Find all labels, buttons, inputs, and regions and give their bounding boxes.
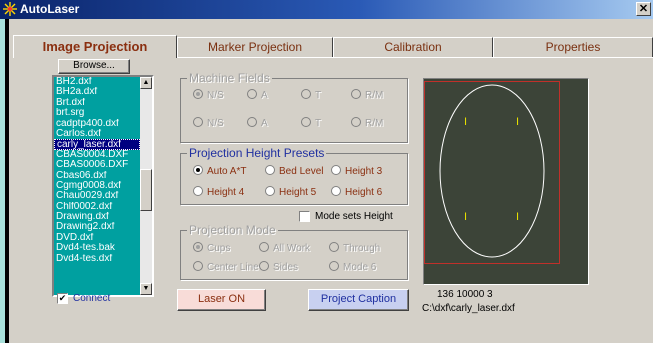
height-presets-title: Projection Height Presets bbox=[187, 146, 327, 160]
radio-mf2-a[interactable]: A bbox=[247, 117, 268, 129]
mode-sets-height-label: Mode sets Height bbox=[315, 211, 393, 222]
radio-height-5[interactable]: Height 5 bbox=[265, 186, 316, 198]
radio-mf-a[interactable]: A bbox=[247, 89, 268, 101]
radio-mode-6[interactable]: Mode 6 bbox=[329, 261, 376, 273]
file-list-item[interactable]: Cbas06.dxf bbox=[54, 171, 140, 181]
radio-height-6[interactable]: Height 6 bbox=[331, 186, 382, 198]
file-list[interactable]: BH2.dxf BH2a.dxf Brt.dxf brt.srg cadptp400.d… bbox=[52, 75, 154, 297]
window-title: AutoLaser bbox=[20, 2, 80, 16]
cup-outline bbox=[439, 84, 545, 258]
tab-image-projection[interactable]: Image Projection bbox=[13, 35, 177, 58]
app-window: AutoLaser ✕ Image Projection Marker Proj… bbox=[0, 0, 653, 343]
close-button[interactable]: ✕ bbox=[636, 2, 651, 16]
preview-drawing: I I I I bbox=[424, 81, 560, 264]
file-list-item[interactable]: CBAS0004.DXF bbox=[54, 150, 140, 160]
radio-mf-t[interactable]: T bbox=[301, 89, 321, 101]
laser-on-button[interactable]: Laser ON bbox=[177, 289, 266, 311]
radio-mf-ns[interactable]: N/S bbox=[193, 89, 224, 101]
file-list-item[interactable]: Dvd4-tes.dxf bbox=[54, 254, 140, 264]
machine-fields-group: Machine Fields N/S A T R/M N/S A T R/M bbox=[180, 71, 408, 143]
project-caption-button[interactable]: Project Caption bbox=[308, 289, 409, 311]
radio-all-work[interactable]: All Work bbox=[259, 242, 310, 254]
projection-preview: I I I I bbox=[423, 78, 589, 285]
file-list-item[interactable]: DVD.dxf bbox=[54, 233, 140, 243]
radio-mf-rm[interactable]: R/M bbox=[351, 89, 383, 101]
height-presets-group: Projection Height Presets Auto A*T Bed L… bbox=[180, 146, 408, 205]
radio-bed-level[interactable]: Bed Level bbox=[265, 165, 323, 177]
file-list-item[interactable]: Chlf0002.dxf bbox=[54, 202, 140, 212]
radio-height-4[interactable]: Height 4 bbox=[193, 186, 244, 198]
radio-sides[interactable]: Sides bbox=[259, 261, 298, 273]
file-list-item[interactable]: Brt.dxf bbox=[54, 98, 140, 108]
radio-auto-at[interactable]: Auto A*T bbox=[193, 165, 246, 177]
client-area: Image Projection Marker Projection Calib… bbox=[9, 19, 653, 343]
radio-center-line[interactable]: Center Line bbox=[193, 261, 259, 273]
file-list-item[interactable]: Drawing2.dxf bbox=[54, 222, 140, 232]
radio-height-3[interactable]: Height 3 bbox=[331, 165, 382, 177]
file-items: BH2.dxf BH2a.dxf Brt.dxf brt.srg cadptp400.d… bbox=[54, 77, 140, 264]
scroll-down-arrow-icon[interactable]: ▼ bbox=[140, 283, 152, 295]
file-list-item[interactable]: Carlos.dxf bbox=[54, 129, 140, 139]
tab-calibration[interactable]: Calibration bbox=[333, 37, 493, 57]
title-bar[interactable]: AutoLaser ✕ bbox=[0, 0, 653, 19]
machine-fields-title: Machine Fields bbox=[187, 71, 272, 85]
projection-mode-group: Projection Mode Cups All Work Through Ce… bbox=[180, 223, 408, 280]
file-list-item[interactable]: BH2a.dxf bbox=[54, 87, 140, 97]
scroll-up-arrow-icon[interactable]: ▲ bbox=[140, 77, 152, 89]
scroll-thumb[interactable] bbox=[140, 169, 152, 211]
browse-button[interactable]: Browse... bbox=[58, 59, 130, 74]
tab-marker-projection[interactable]: Marker Projection bbox=[177, 37, 333, 57]
connect-label: Connect bbox=[73, 293, 111, 304]
radio-mf2-t[interactable]: T bbox=[301, 117, 321, 129]
radio-cups[interactable]: Cups bbox=[193, 242, 230, 254]
file-list-item[interactable]: carly_laser.dxf bbox=[54, 139, 140, 150]
marker-icon: I bbox=[516, 116, 519, 128]
connect-checkbox[interactable]: ✔ bbox=[57, 293, 68, 304]
file-list-item[interactable]: Cgmg0008.dxf bbox=[54, 181, 140, 191]
file-list-item[interactable]: cadptp400.dxf bbox=[54, 119, 140, 129]
marker-icon: I bbox=[516, 211, 519, 223]
file-list-item[interactable]: BH2.dxf bbox=[54, 77, 140, 87]
laser-burst-icon bbox=[3, 2, 17, 16]
file-list-item[interactable]: Chau0029.dxf bbox=[54, 191, 140, 201]
coordinates-readout: 136 10000 3 bbox=[437, 289, 493, 300]
file-list-item[interactable]: Dvd4-tes.bak bbox=[54, 243, 140, 253]
radio-mf2-ns[interactable]: N/S bbox=[193, 117, 224, 129]
file-list-scrollbar[interactable]: ▲ ▼ bbox=[140, 77, 152, 295]
file-list-item[interactable]: CBAS0006.DXF bbox=[54, 160, 140, 170]
tab-divider bbox=[177, 57, 653, 58]
file-list-item[interactable]: brt.srg bbox=[54, 108, 140, 118]
projection-mode-title: Projection Mode bbox=[187, 223, 278, 237]
file-list-item[interactable]: Drawing.dxf bbox=[54, 212, 140, 222]
marker-icon: I bbox=[464, 116, 467, 128]
file-path: C:\dxf\carly_laser.dxf bbox=[422, 303, 515, 314]
projection-bounds bbox=[424, 81, 560, 264]
mode-sets-height-checkbox[interactable] bbox=[299, 211, 310, 222]
marker-icon: I bbox=[464, 211, 467, 223]
radio-mf2-rm[interactable]: R/M bbox=[351, 117, 383, 129]
tab-properties[interactable]: Properties bbox=[493, 37, 653, 57]
radio-through[interactable]: Through bbox=[329, 242, 380, 254]
